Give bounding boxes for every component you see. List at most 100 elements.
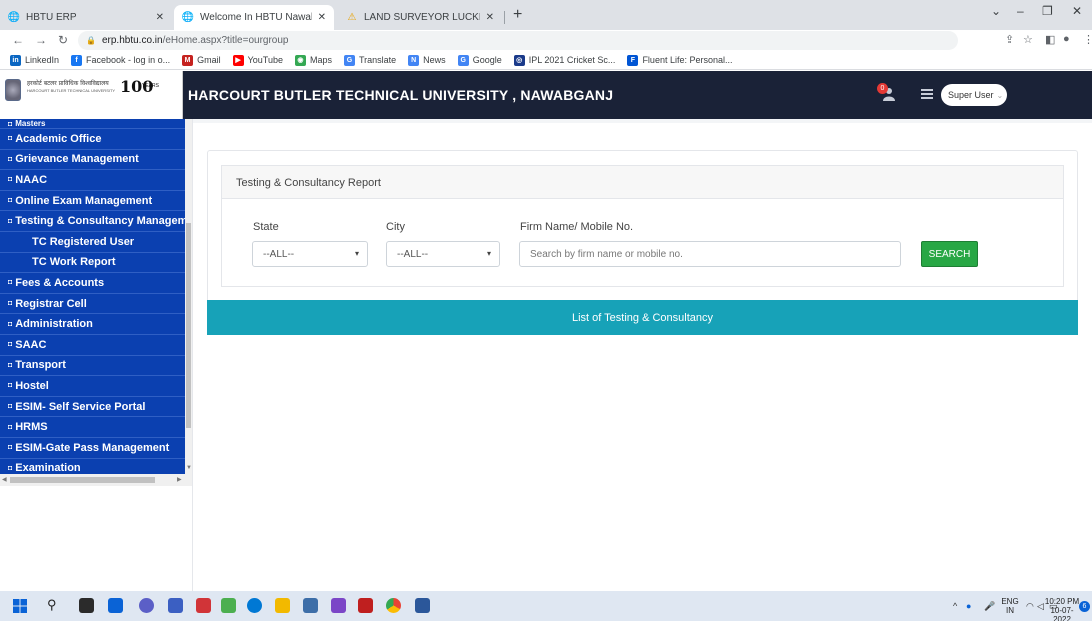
bookmark-item[interactable]: in LinkedIn	[10, 54, 59, 66]
scrollbar-thumb[interactable]	[186, 223, 191, 428]
filezilla-icon[interactable]	[358, 598, 373, 613]
bullet-icon: ◘	[8, 444, 13, 452]
bookmark-item[interactable]: G Translate	[343, 54, 396, 66]
sidebar-item[interactable]: ◘ Grievance Management	[0, 150, 186, 171]
bookmark-star-icon[interactable]: ☆	[1023, 33, 1033, 46]
close-icon[interactable]: ✕	[318, 12, 326, 23]
firm-search-input[interactable]: Search by firm name or mobile no.	[519, 241, 901, 267]
sidebar-vertical-scrollbar[interactable]: ▼	[185, 119, 192, 474]
show-hidden-icons-icon[interactable]: ^	[953, 601, 957, 611]
visual-studio-icon[interactable]	[331, 598, 346, 613]
clock[interactable]: 10:20 PM 10-07-2022	[1026, 597, 1082, 621]
report-card: Testing & Consultancy Report State --ALL…	[207, 150, 1078, 320]
user-menu-button[interactable]: Super User ⌄	[941, 84, 1007, 106]
sidebar-item[interactable]: ◘ Hostel	[0, 376, 186, 397]
minimize-icon[interactable]: –	[1017, 4, 1024, 18]
report-filter-panel: Testing & Consultancy Report State --ALL…	[221, 165, 1064, 287]
task-view-icon[interactable]	[79, 598, 94, 613]
close-icon[interactable]: ✕	[156, 12, 164, 23]
search-button[interactable]: SEARCH	[921, 241, 978, 267]
bluetooth-icon[interactable]: ●	[966, 601, 971, 611]
bookmark-item[interactable]: G Google	[457, 54, 502, 66]
sidebar-item[interactable]: ◘ Fees & Accounts	[0, 273, 186, 294]
sidebar-item[interactable]: TC Work Report	[0, 253, 186, 274]
back-icon[interactable]: ←	[12, 33, 24, 47]
bookmark-item[interactable]: f Facebook - log in o...	[71, 54, 170, 66]
anydesk-icon[interactable]	[196, 598, 211, 613]
sidebar-item-label: Academic Office	[15, 132, 102, 145]
bullet-icon: ◘	[8, 341, 13, 349]
globe-icon: 🌐	[7, 12, 21, 23]
sidebar: ◘ Masters ◘ Academic Office ◘ Grievance Manag…	[0, 119, 192, 486]
notepad-icon[interactable]	[221, 598, 236, 613]
sidebar-item[interactable]: ◘ Administration	[0, 314, 186, 335]
scroll-left-arrow-icon[interactable]: ◀	[2, 476, 7, 483]
restore-icon[interactable]: ❐	[1042, 4, 1053, 18]
browser-tab-hbtu-erp[interactable]: 🌐 HBTU ERP ✕	[0, 5, 172, 30]
url-field[interactable]: 🔒 erp.hbtu.co.in/eHome.aspx?title=ourgro…	[78, 31, 958, 50]
sidebar-item-label: Transport	[15, 359, 66, 372]
edge-browser-icon[interactable]	[247, 598, 262, 613]
scroll-right-arrow-icon[interactable]: ▶	[177, 476, 182, 483]
sidebar-item[interactable]: ◘ Testing & Consultancy Management	[0, 211, 186, 232]
windows-taskbar: ⚲ ^ ● 🎤 ENG IN ◠ ◁ ▭ 10:20 PM 10-07-2022…	[0, 591, 1092, 621]
sidebar-item[interactable]: ◘ Academic Office	[0, 129, 186, 150]
region-code: IN	[1006, 606, 1014, 615]
sidebar-item[interactable]: ◘ Registrar Cell	[0, 294, 186, 315]
tab-title: LAND SURVEYOR LUCKNOW | IC	[364, 12, 480, 23]
calculator-icon[interactable]	[303, 598, 318, 613]
side-panel-icon[interactable]: ◧	[1045, 33, 1055, 46]
reload-icon[interactable]: ↻	[58, 33, 68, 47]
sidebar-horizontal-scrollbar[interactable]: ◀ ▶	[0, 474, 192, 486]
content-left-border	[192, 119, 193, 591]
windows-start-icon[interactable]	[13, 599, 27, 613]
microphone-icon[interactable]: 🎤	[984, 601, 995, 612]
tab-search-icon[interactable]: ⌄	[991, 4, 1001, 18]
sidebar-item[interactable]: ◘ ESIM-Gate Pass Management	[0, 438, 186, 459]
teams-chat-icon[interactable]	[139, 598, 154, 613]
new-tab-icon[interactable]: +	[513, 6, 522, 24]
university-logo[interactable]: हरकोर्ट बटलर प्राविधिक विश्वविद्यालय HAR…	[0, 71, 183, 119]
profile-icon[interactable]: ●	[1063, 33, 1070, 45]
bookmark-item[interactable]: ▶ YouTube	[232, 54, 283, 66]
sidebar-item-label: SAAC	[15, 338, 47, 351]
file-explorer-icon[interactable]	[275, 598, 290, 613]
bookmark-item[interactable]: N News	[408, 54, 446, 66]
bookmark-item[interactable]: M Gmail	[182, 54, 221, 66]
bookmark-item[interactable]: F Fluent Life: Personal...	[627, 54, 733, 66]
menu-icon[interactable]	[921, 89, 933, 99]
sidebar-item[interactable]: TC Registered User	[0, 232, 186, 253]
bookmark-item[interactable]: ◉ Maps	[294, 54, 332, 66]
notification-center-badge[interactable]: 6	[1079, 601, 1090, 612]
sidebar-item-label: Hostel	[15, 379, 49, 392]
share-icon[interactable]: ⇪	[1005, 33, 1014, 46]
sidebar-item[interactable]: ◘ HRMS	[0, 417, 186, 438]
sidebar-item[interactable]: ◘ SAAC	[0, 335, 186, 356]
state-select[interactable]: --ALL-- ▾	[252, 241, 368, 267]
more-menu-icon[interactable]: ⋮	[1083, 33, 1092, 46]
word-icon[interactable]	[415, 598, 430, 613]
zoom-app-icon[interactable]	[168, 598, 183, 613]
sidebar-item[interactable]: ◘ Transport	[0, 356, 186, 377]
language-indicator[interactable]: ENG IN	[1000, 597, 1020, 615]
close-window-icon[interactable]: ✕	[1072, 4, 1082, 18]
city-select[interactable]: --ALL-- ▾	[386, 241, 500, 267]
bookmark-label: Fluent Life: Personal...	[642, 55, 733, 65]
surveyor-favicon-icon: ⚠	[347, 12, 357, 23]
widgets-icon[interactable]	[108, 598, 123, 613]
bookmark-item[interactable]: ◎ IPL 2021 Cricket Sc...	[513, 54, 615, 66]
list-title: List of Testing & Consultancy	[571, 311, 714, 324]
firm-label: Firm Name/ Mobile No.	[520, 221, 634, 233]
sidebar-item[interactable]: ◘ Online Exam Management	[0, 191, 186, 212]
close-icon[interactable]: ✕	[486, 12, 494, 23]
search-icon[interactable]: ⚲	[47, 597, 57, 613]
sidebar-item[interactable]: ◘ Masters	[0, 119, 186, 129]
sidebar-item[interactable]: ◘ NAAC	[0, 170, 186, 191]
notification-button[interactable]: 0	[877, 83, 897, 103]
sidebar-item[interactable]: ◘ ESIM- Self Service Portal	[0, 397, 186, 418]
browser-tab-land-surveyor[interactable]: ⚠ LAND SURVEYOR LUCKNOW | IC ✕	[338, 5, 502, 30]
forward-icon[interactable]: →	[35, 33, 47, 47]
chrome-icon[interactable]	[386, 598, 401, 613]
scrollbar-thumb[interactable]	[10, 477, 155, 483]
browser-tab-welcome[interactable]: 🌐 Welcome In HBTU Nawabganj C ✕	[174, 5, 334, 30]
